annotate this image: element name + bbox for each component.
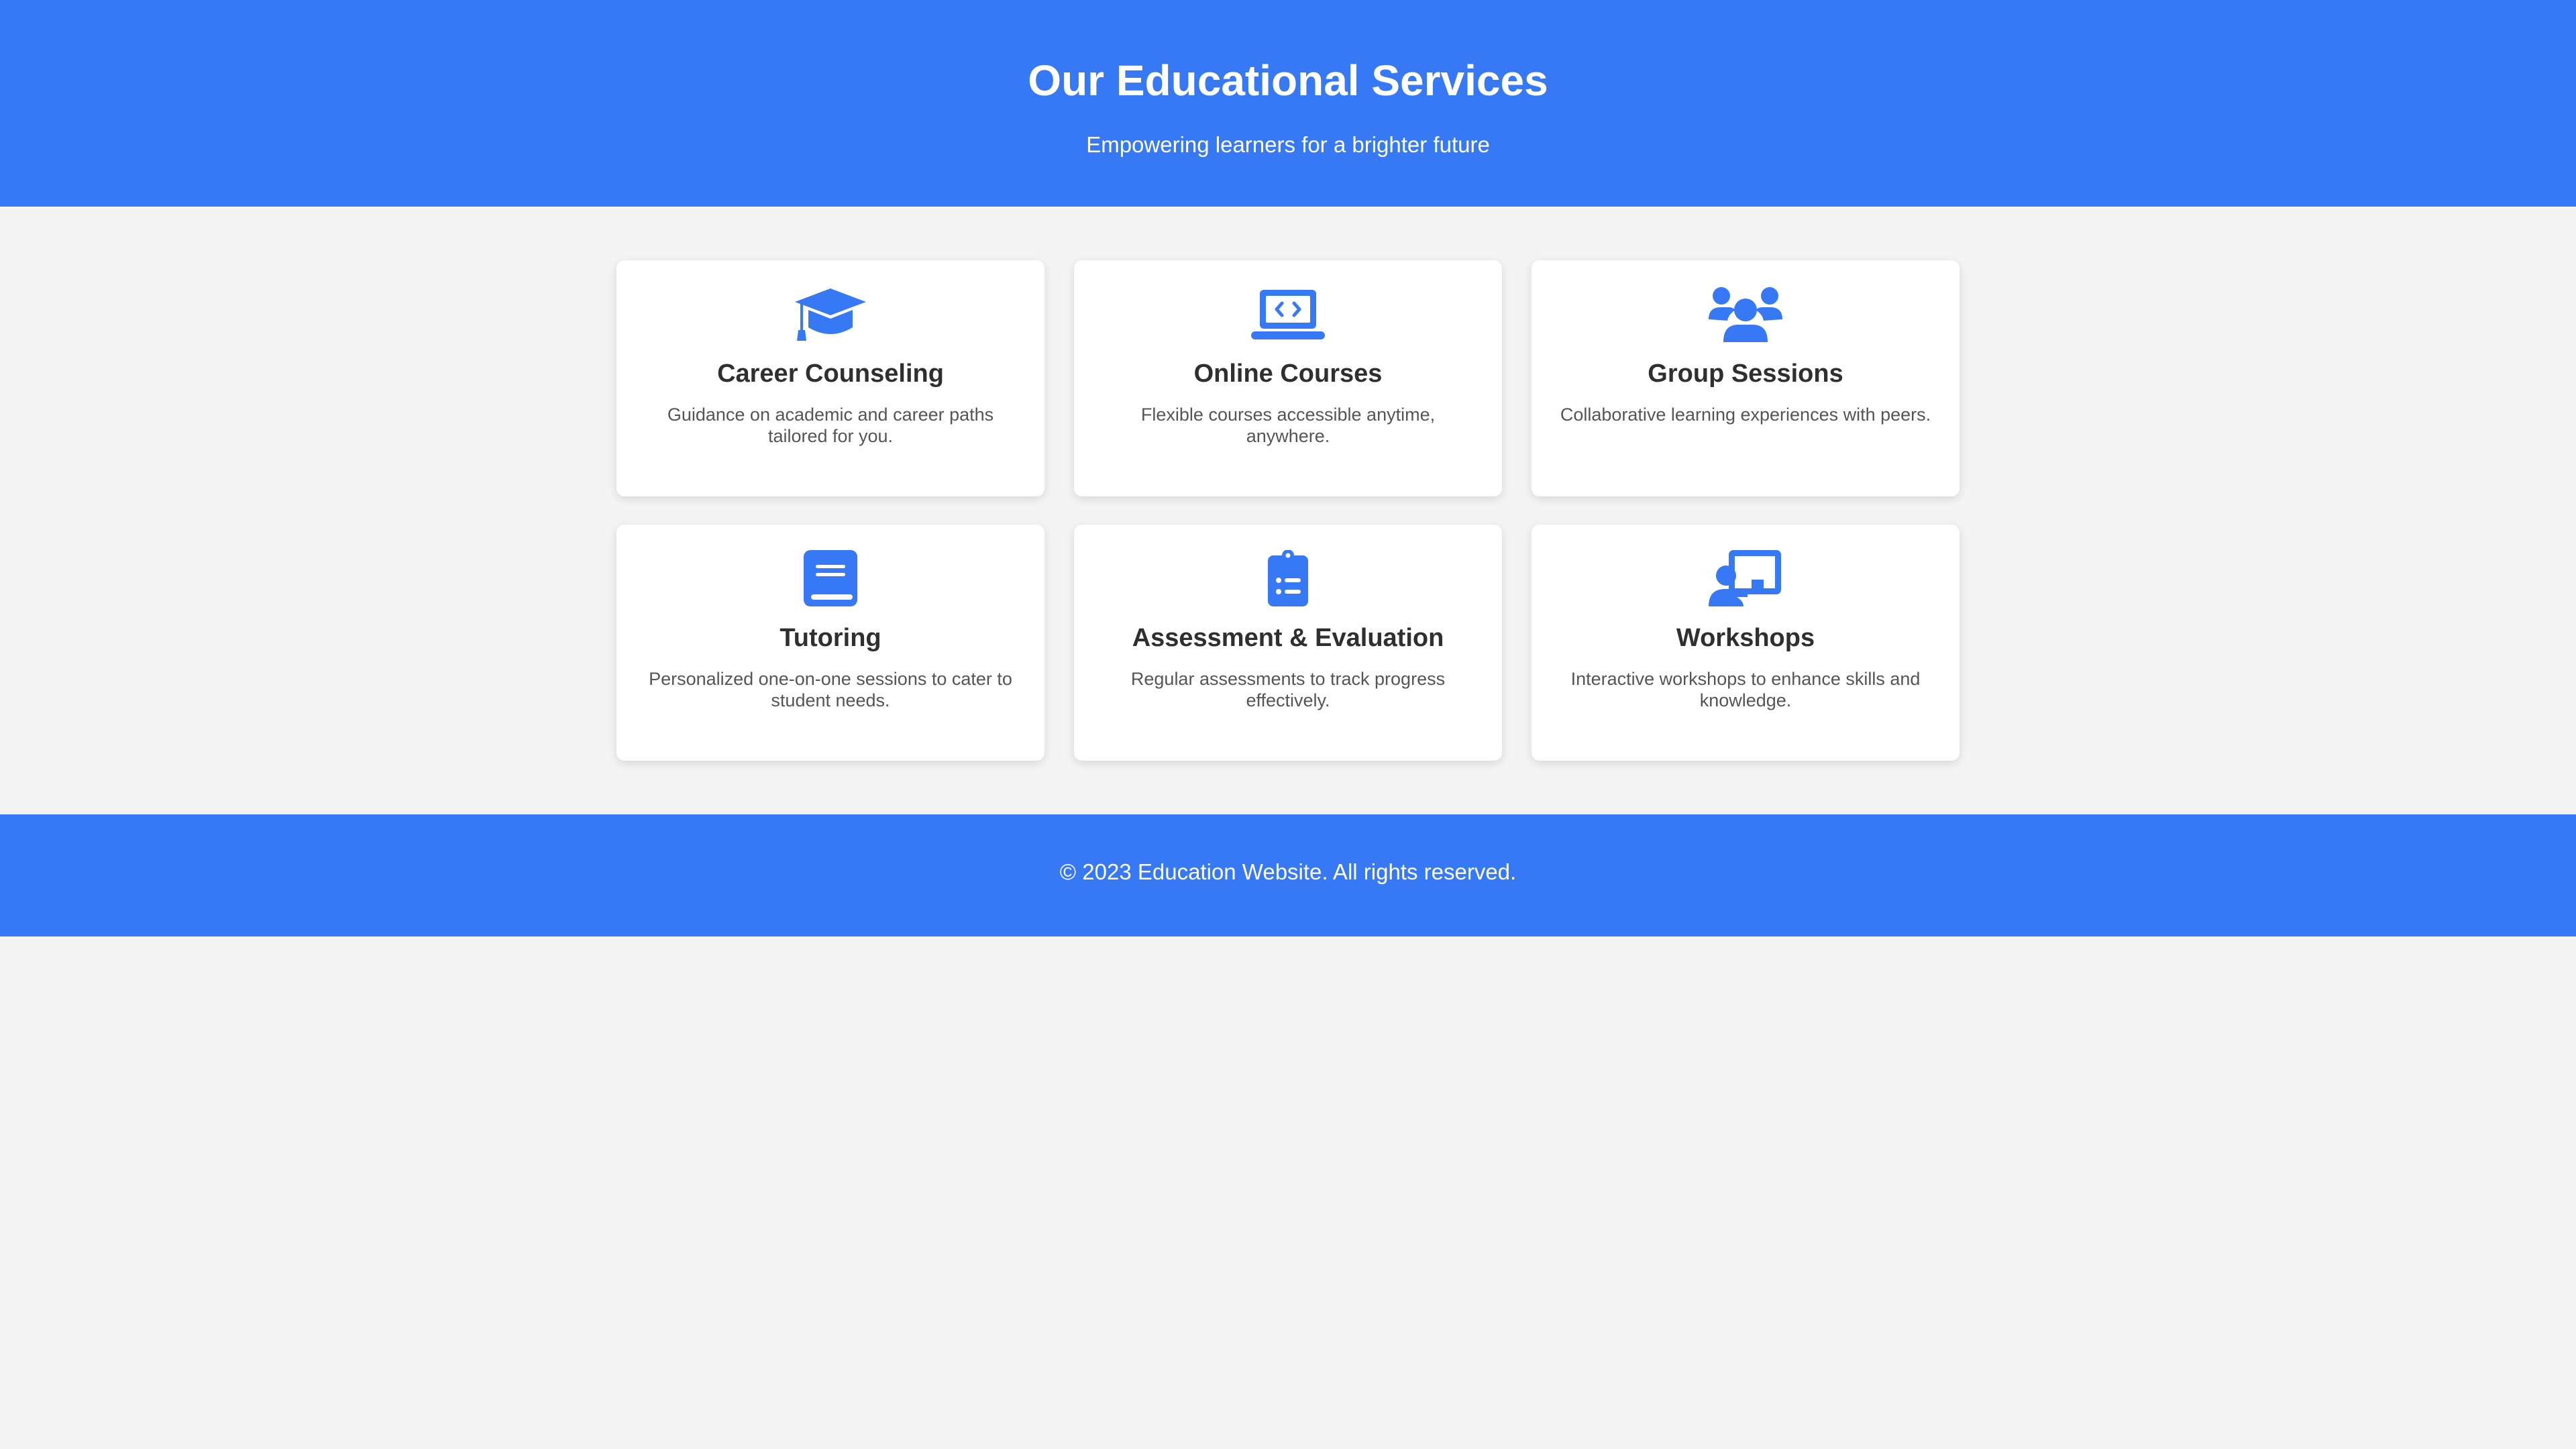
service-title: Online Courses (1193, 360, 1383, 388)
service-title: Group Sessions (1648, 360, 1843, 388)
service-description: Personalized one-on-one sessions to cate… (649, 669, 1012, 710)
footer-copyright: © 2023 Education Website. All rights res… (1059, 859, 1517, 884)
service-card-online-courses: Online Courses Flexible courses accessib… (1074, 260, 1502, 496)
laptop-code-icon (1251, 286, 1325, 342)
service-title: Tutoring (780, 624, 881, 652)
graduation-cap-icon (794, 286, 867, 342)
service-title: Career Counseling (717, 360, 944, 388)
service-description: Collaborative learning experiences with … (1560, 405, 1931, 425)
service-description: Interactive workshops to enhance skills … (1570, 669, 1921, 710)
teacher-board-icon (1709, 550, 1782, 606)
service-card-career-counseling: Career Counseling Guidance on academic a… (616, 260, 1044, 496)
clipboard-list-icon (1251, 550, 1325, 606)
service-card-group-sessions: Group Sessions Collaborative learning ex… (1532, 260, 1960, 496)
services-grid: Career Counseling Guidance on academic a… (616, 260, 1960, 761)
service-card-assessment-evaluation: Assessment & Evaluation Regular assessme… (1074, 525, 1502, 761)
service-description: Flexible courses accessible anytime, any… (1140, 405, 1436, 446)
page-subtitle: Empowering learners for a brighter futur… (1086, 132, 1490, 157)
service-card-workshops: Workshops Interactive workshops to enhan… (1532, 525, 1960, 761)
book-icon (794, 550, 867, 606)
page-title: Our Educational Services (1028, 56, 1548, 105)
service-title: Assessment & Evaluation (1132, 624, 1444, 652)
page-footer: © 2023 Education Website. All rights res… (0, 814, 2576, 936)
service-card-tutoring: Tutoring Personalized one-on-one session… (616, 525, 1044, 761)
service-description: Guidance on academic and career paths ta… (667, 405, 994, 446)
users-group-icon (1709, 286, 1782, 342)
service-description: Regular assessments to track progress ef… (1130, 669, 1446, 710)
services-section: Career Counseling Guidance on academic a… (0, 207, 2576, 814)
service-title: Workshops (1676, 624, 1815, 652)
page-header: Our Educational Services Empowering lear… (0, 0, 2576, 207)
